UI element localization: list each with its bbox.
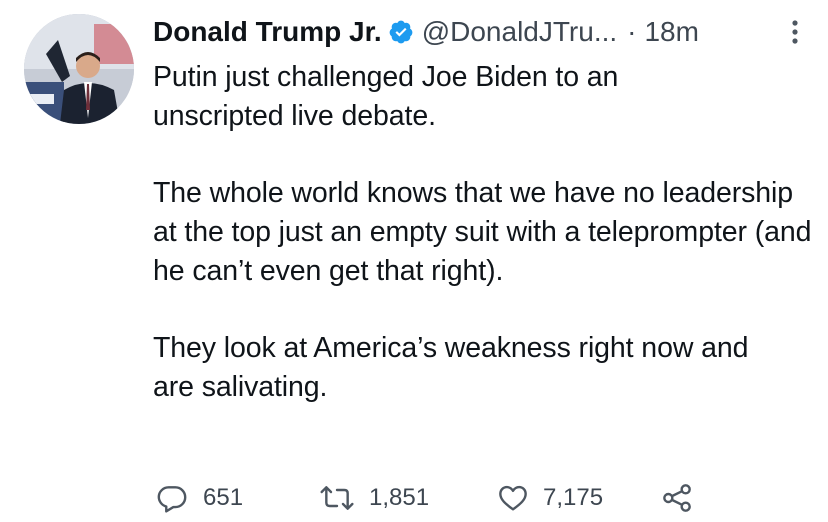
more-vertical-icon[interactable] [783, 16, 807, 48]
reply-button[interactable]: 651 [155, 482, 243, 514]
verified-badge-icon [389, 20, 413, 44]
like-count: 7,175 [543, 484, 604, 511]
retweet-count: 1,851 [369, 484, 430, 511]
retweet-button[interactable]: 1,851 [319, 482, 429, 514]
reply-bubble-icon [157, 486, 187, 513]
share-icon [663, 484, 691, 512]
tweet-paragraph: The whole world knows that we have no le… [153, 177, 820, 287]
tweet-text: Putin just challenged Joe Biden to an un… [153, 58, 813, 407]
tweet-timestamp[interactable]: 18m [644, 16, 698, 48]
reply-count: 651 [203, 484, 244, 511]
avatar-photo [24, 14, 134, 124]
tweet-paragraph: They look at America’s weakness right no… [153, 332, 757, 403]
like-button[interactable]: 7,175 [497, 482, 603, 514]
tweet-header: Donald Trump Jr. @DonaldJTru... · 18m [153, 12, 813, 52]
author-name[interactable]: Donald Trump Jr. [153, 16, 382, 48]
heart-icon [499, 485, 527, 511]
tweet: Donald Trump Jr. @DonaldJTru... · 18m Pu… [0, 0, 828, 522]
share-button[interactable] [660, 482, 708, 514]
avatar[interactable] [24, 14, 134, 124]
separator-dot: · [627, 16, 637, 47]
tweet-content: Donald Trump Jr. @DonaldJTru... · 18m Pu… [153, 12, 813, 445]
tweet-paragraph: Putin just challenged Joe Biden to an un… [153, 61, 627, 132]
retweet-icon [320, 486, 354, 510]
author-handle[interactable]: @DonaldJTru... [422, 16, 617, 48]
tweet-actions: 651 1,851 7,175 [155, 482, 715, 522]
